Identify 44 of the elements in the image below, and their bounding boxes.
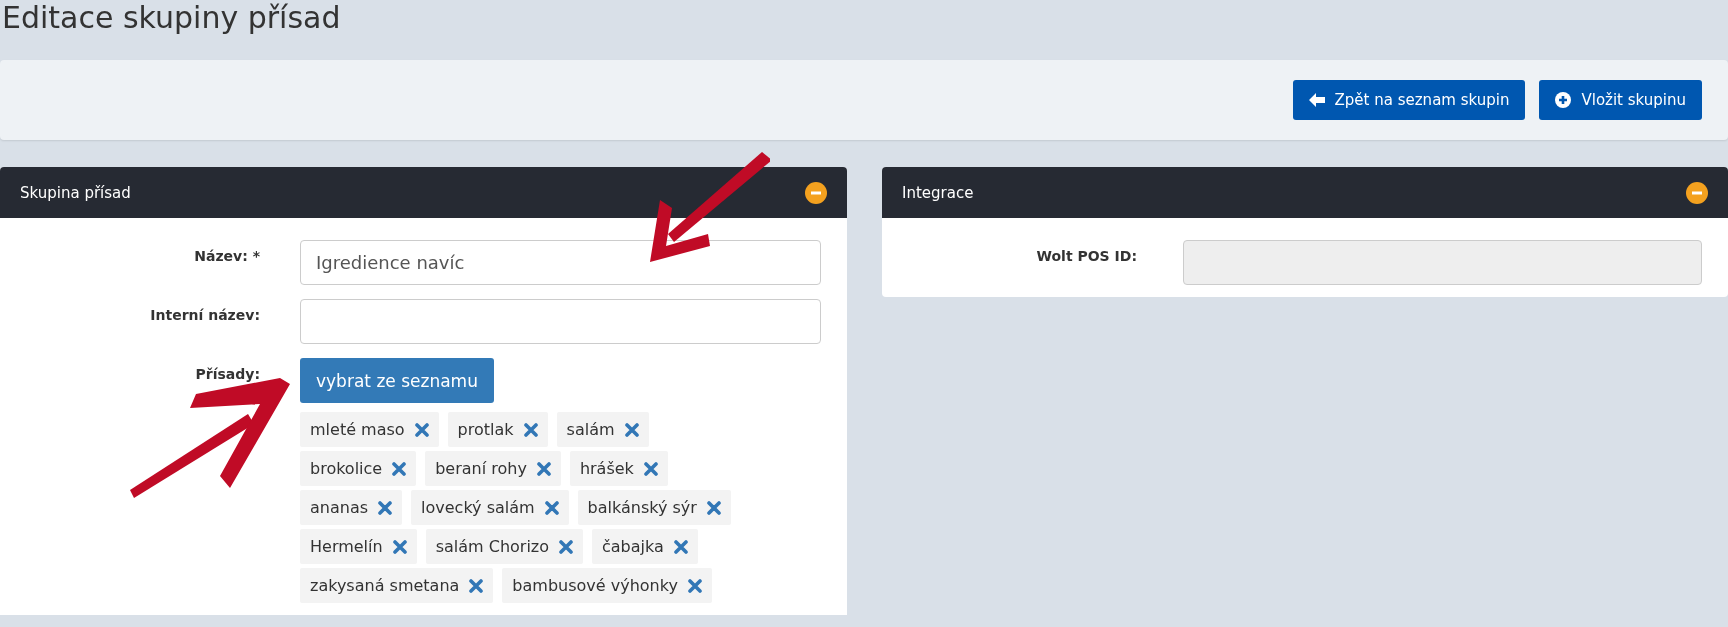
remove-icon[interactable] [392,539,407,554]
tag-label: brokolice [310,459,383,478]
input-field[interactable] [300,299,821,344]
remove-icon[interactable] [378,500,393,515]
tag-label: protlak [457,420,514,439]
input-field[interactable]: Igredience navíc [300,240,821,285]
collapse-icon[interactable] [805,181,827,204]
field-label: Přísady: [195,365,260,384]
select-from-list-button[interactable]: vybrat ze seznamu [300,358,494,403]
remove-icon[interactable] [523,422,538,437]
remove-icon[interactable] [673,539,688,554]
remove-icon[interactable] [559,539,573,554]
collapse-icon[interactable] [1686,181,1708,204]
field-label: Interní název: [150,306,260,325]
tag-label: hrášek [579,459,634,478]
tag-label: salám [566,420,615,439]
remove-icon[interactable] [706,500,721,515]
plus-circle-icon [1555,92,1572,108]
tag-label: mleté maso [310,420,405,439]
remove-icon[interactable] [643,461,658,476]
remove-icon[interactable] [536,461,551,476]
tag-label: bambusové výhonky [512,576,678,595]
tag-label: zakysaná smetana [310,576,460,595]
tag-label: balkánský sýr [587,498,697,517]
tag-label: ananas [310,498,369,517]
remove-icon[interactable] [544,500,559,515]
panel-title: Skupina přísad [20,183,131,202]
back-button[interactable]: Zpět na seznam skupin [1292,80,1526,120]
field-label: Wolt POS ID: [1036,247,1137,266]
remove-icon[interactable] [624,422,639,437]
add-button[interactable]: Vložit skupinu [1539,80,1702,120]
page-title: Editace skupiny přísad [2,0,341,36]
field-label: Název: * [194,247,260,266]
remove-icon[interactable] [392,461,407,476]
tag-label: salám Chorizo [435,537,549,556]
tag-label: lovecký salám [421,498,535,517]
remove-icon[interactable] [469,578,484,593]
tag-label: čabajka [602,537,664,556]
tag-label: beraní rohy [435,459,527,478]
arrow-left-icon [1308,93,1325,107]
remove-icon[interactable] [414,422,429,437]
remove-icon[interactable] [687,578,702,593]
tag-label: Hermelín [310,537,383,556]
panel-title: Integrace [902,183,974,202]
